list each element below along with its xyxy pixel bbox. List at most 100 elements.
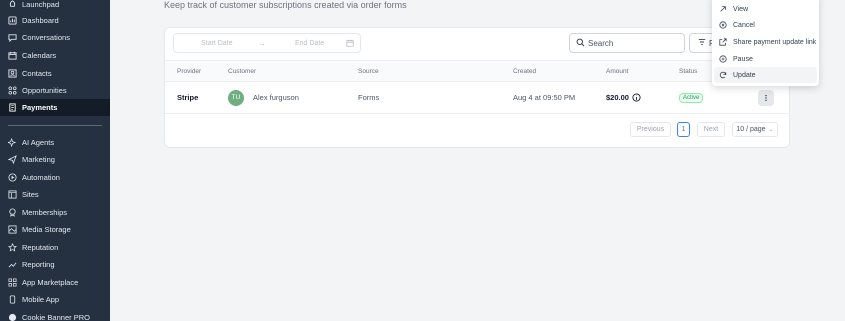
menu-item-cancel[interactable]: Cancel bbox=[714, 17, 817, 33]
refresh-icon bbox=[719, 71, 727, 79]
table-row[interactable]: Stripe TU Alex furguson Forms Aug 4 at 0… bbox=[165, 82, 789, 114]
rocket-icon bbox=[8, 0, 17, 9]
reporting-icon bbox=[8, 260, 17, 269]
payments-icon bbox=[8, 103, 17, 112]
cookie-icon bbox=[8, 313, 17, 321]
sidebar-item-label: Conversations bbox=[22, 33, 70, 42]
automation-icon bbox=[8, 173, 17, 182]
sites-icon bbox=[8, 190, 17, 199]
more-vertical-icon[interactable] bbox=[758, 89, 774, 106]
column-header-provider[interactable]: Provider bbox=[177, 61, 201, 81]
provider-cell: Stripe bbox=[177, 93, 199, 102]
send-icon bbox=[8, 155, 17, 164]
menu-item-label: Share payment update link bbox=[733, 38, 817, 46]
page-subtitle: Keep track of customer subscriptions cre… bbox=[164, 0, 407, 10]
media-icon bbox=[8, 225, 17, 234]
column-header-customer[interactable]: Customer bbox=[228, 61, 256, 81]
chevron-down-icon: ⌄ bbox=[768, 127, 774, 133]
customer-name: Alex furguson bbox=[253, 93, 299, 102]
start-date-placeholder[interactable]: Start Date bbox=[201, 40, 233, 47]
amount-value: $20.00 bbox=[606, 93, 629, 102]
sidebar-item-label: Launchpad bbox=[22, 0, 60, 9]
sidebar-item-reputation[interactable]: Reputation bbox=[0, 239, 110, 256]
dashboard-icon bbox=[8, 16, 17, 25]
row-actions[interactable] bbox=[758, 82, 774, 113]
sidebar-item-ai-agents[interactable]: AI Agents bbox=[0, 134, 110, 151]
row-action-menu: View Cancel Share payment update link Pa… bbox=[712, 0, 819, 86]
sidebar-item-label: Contacts bbox=[22, 69, 52, 78]
subscriptions-card: Start Date → End Date Fi Provider Custom… bbox=[164, 27, 790, 148]
page-size-value: 10 / page bbox=[736, 126, 766, 133]
filter-icon bbox=[698, 38, 706, 48]
avatar: TU bbox=[228, 89, 244, 106]
sidebar-item-label: Payments bbox=[22, 103, 58, 112]
search-input[interactable] bbox=[588, 38, 678, 48]
sidebar-item-media-storage[interactable]: Media Storage bbox=[0, 221, 110, 238]
sidebar-item-label: Reporting bbox=[22, 260, 55, 269]
star-icon bbox=[8, 243, 17, 252]
sidebar-item-payments[interactable]: Payments bbox=[0, 99, 110, 116]
sidebar-item-automation[interactable]: Automation bbox=[0, 169, 110, 186]
amount-cell: $20.00 bbox=[606, 82, 641, 113]
sidebar-item-cookie-banner[interactable]: Cookie Banner PRO bbox=[0, 309, 110, 321]
search-icon bbox=[576, 34, 585, 52]
menu-item-label: Pause bbox=[733, 55, 753, 63]
table-header: Provider Customer Source Created Amount … bbox=[165, 60, 789, 82]
cancel-circle-icon bbox=[719, 21, 727, 29]
arrow-right-icon: → bbox=[258, 38, 266, 48]
sidebar-item-opportunities[interactable]: Opportunities bbox=[0, 82, 110, 99]
page-size-select[interactable]: 10 / page ⌄ bbox=[732, 122, 778, 137]
menu-item-share-payment-update-link[interactable]: Share payment update link bbox=[714, 34, 817, 50]
contacts-icon bbox=[8, 69, 17, 78]
column-header-amount[interactable]: Amount bbox=[606, 61, 628, 81]
column-header-created[interactable]: Created bbox=[513, 61, 536, 81]
pause-circle-icon bbox=[719, 55, 727, 63]
previous-page-button[interactable]: Previous bbox=[630, 122, 671, 137]
sidebar-item-marketing[interactable]: Marketing bbox=[0, 151, 110, 168]
menu-item-label: Update bbox=[733, 71, 756, 79]
search-box[interactable] bbox=[569, 33, 685, 53]
menu-item-update[interactable]: Update bbox=[714, 67, 817, 83]
apps-icon bbox=[8, 278, 17, 287]
sidebar-item-mobile-app[interactable]: Mobile App bbox=[0, 291, 110, 308]
status-badge: Active bbox=[679, 92, 704, 103]
sidebar-item-label: Cookie Banner PRO bbox=[22, 313, 90, 321]
status-cell: Active bbox=[679, 82, 704, 113]
sidebar-item-conversations[interactable]: Conversations bbox=[0, 29, 110, 46]
sidebar-item-calendars[interactable]: Calendars bbox=[0, 47, 110, 64]
source-cell: Forms bbox=[358, 93, 380, 102]
customer-cell[interactable]: TU Alex furguson bbox=[228, 82, 299, 113]
sidebar-item-dashboard[interactable]: Dashboard bbox=[0, 12, 110, 29]
sidebar-item-label: Mobile App bbox=[22, 295, 60, 304]
sidebar-item-label: Dashboard bbox=[22, 16, 59, 25]
sidebar-item-label: Sites bbox=[22, 190, 39, 199]
opportunities-icon bbox=[8, 86, 17, 95]
memberships-icon bbox=[8, 208, 17, 217]
mobile-icon bbox=[8, 295, 17, 304]
sidebar-item-label: App Marketplace bbox=[22, 278, 79, 287]
next-page-button[interactable]: Next bbox=[697, 122, 725, 137]
arrow-up-right-icon bbox=[719, 5, 727, 13]
sidebar-item-label: Calendars bbox=[22, 51, 57, 60]
sidebar-item-label: Automation bbox=[22, 173, 60, 182]
calendar-icon bbox=[346, 39, 354, 49]
column-header-source[interactable]: Source bbox=[358, 61, 379, 81]
sidebar-item-reporting[interactable]: Reporting bbox=[0, 256, 110, 273]
created-cell: Aug 4 at 09:50 PM bbox=[513, 93, 576, 102]
end-date-placeholder[interactable]: End Date bbox=[295, 40, 324, 47]
page-number-button[interactable]: 1 bbox=[677, 122, 690, 137]
column-header-status[interactable]: Status bbox=[679, 61, 697, 81]
info-icon[interactable] bbox=[632, 93, 641, 102]
sidebar-item-app-marketplace[interactable]: App Marketplace bbox=[0, 274, 110, 291]
sidebar-item-label: Memberships bbox=[22, 208, 68, 217]
date-range-picker[interactable]: Start Date → End Date bbox=[173, 33, 361, 53]
sidebar-item-label: Marketing bbox=[22, 155, 55, 164]
menu-item-pause[interactable]: Pause bbox=[714, 51, 817, 67]
menu-item-label: Cancel bbox=[733, 21, 755, 29]
sidebar-item-contacts[interactable]: Contacts bbox=[0, 65, 110, 82]
sidebar-item-label: Opportunities bbox=[22, 86, 67, 95]
menu-item-label: View bbox=[733, 5, 749, 13]
menu-item-view[interactable]: View bbox=[714, 1, 817, 17]
sidebar-item-sites[interactable]: Sites bbox=[0, 186, 110, 203]
sidebar-item-memberships[interactable]: Memberships bbox=[0, 204, 110, 221]
